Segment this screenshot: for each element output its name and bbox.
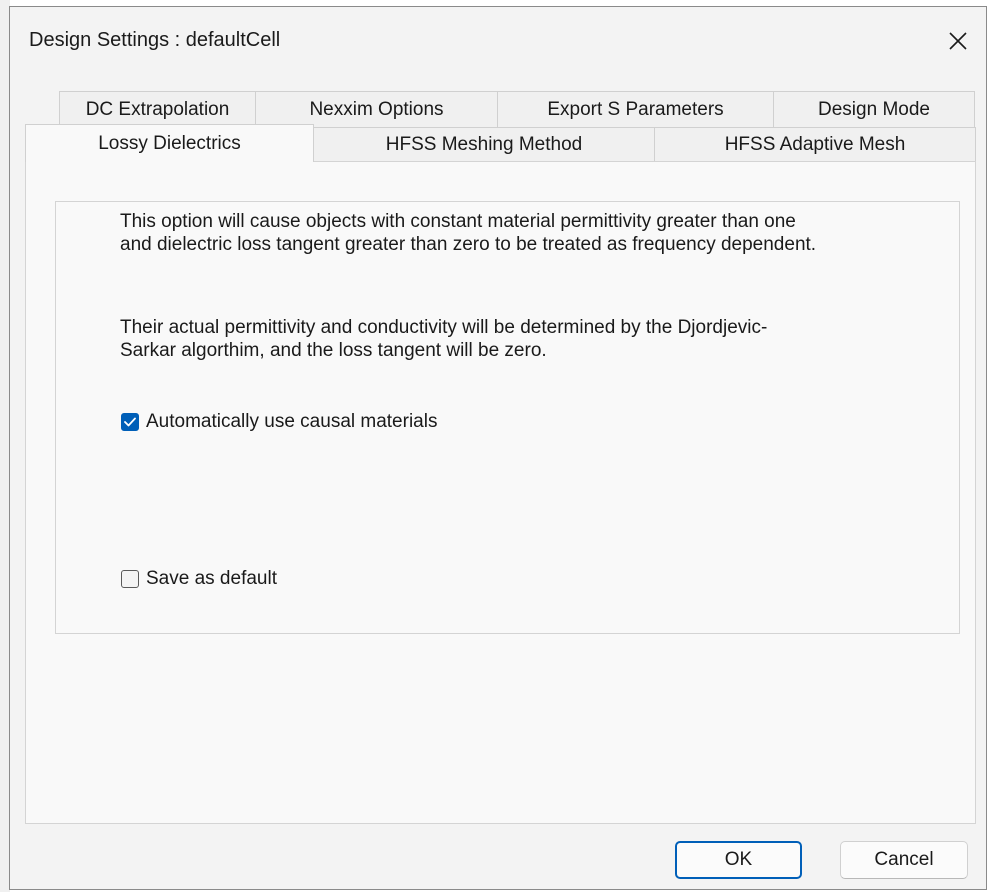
cancel-button[interactable]: Cancel	[840, 841, 968, 879]
tab-label: HFSS Meshing Method	[385, 133, 583, 155]
close-icon	[949, 32, 967, 50]
options-group-box: This option will cause objects with cons…	[55, 201, 960, 634]
causal-materials-checkbox[interactable]	[121, 413, 139, 431]
tab-label: Nexxim Options	[309, 98, 444, 120]
tab-label: Export S Parameters	[547, 98, 724, 120]
window-title: Design Settings : defaultCell	[29, 29, 281, 51]
tab-design-mode[interactable]: Design Mode	[773, 91, 975, 128]
causal-materials-label: Automatically use causal materials	[146, 411, 438, 432]
ok-button-label: OK	[724, 849, 753, 870]
tab-hfss-adaptive-mesh[interactable]: HFSS Adaptive Mesh	[654, 127, 976, 162]
description-paragraph-2: Their actual permittivity and conductivi…	[120, 317, 768, 361]
tab-label: DC Extrapolation	[85, 98, 230, 120]
tab-lossy-dielectrics[interactable]: Lossy Dielectrics	[25, 124, 314, 162]
tab-label: HFSS Adaptive Mesh	[724, 133, 906, 155]
ok-button[interactable]: OK	[675, 841, 802, 879]
design-settings-dialog: Design Settings : defaultCell DC Extrapo…	[9, 6, 987, 890]
save-as-default-checkbox[interactable]	[121, 570, 139, 588]
close-button[interactable]	[936, 19, 980, 63]
tab-dc-extrapolation[interactable]: DC Extrapolation	[59, 91, 256, 128]
lossy-dielectrics-panel: This option will cause objects with cons…	[25, 161, 976, 824]
save-as-default-checkbox-row[interactable]: Save as default	[121, 568, 277, 590]
title-bar: Design Settings : defaultCell	[10, 7, 986, 77]
tab-label: Lossy Dielectrics	[98, 132, 241, 154]
save-as-default-label: Save as default	[146, 568, 277, 589]
causal-materials-checkbox-row[interactable]: Automatically use causal materials	[121, 411, 437, 433]
description-paragraph-1: This option will cause objects with cons…	[120, 211, 817, 255]
tab-hfss-meshing-method[interactable]: HFSS Meshing Method	[313, 127, 655, 162]
cancel-button-label: Cancel	[874, 849, 934, 870]
tab-label: Design Mode	[818, 98, 930, 120]
tab-export-s-parameters[interactable]: Export S Parameters	[497, 91, 774, 128]
checkmark-icon	[124, 417, 136, 427]
tab-nexxim-options[interactable]: Nexxim Options	[255, 91, 498, 128]
